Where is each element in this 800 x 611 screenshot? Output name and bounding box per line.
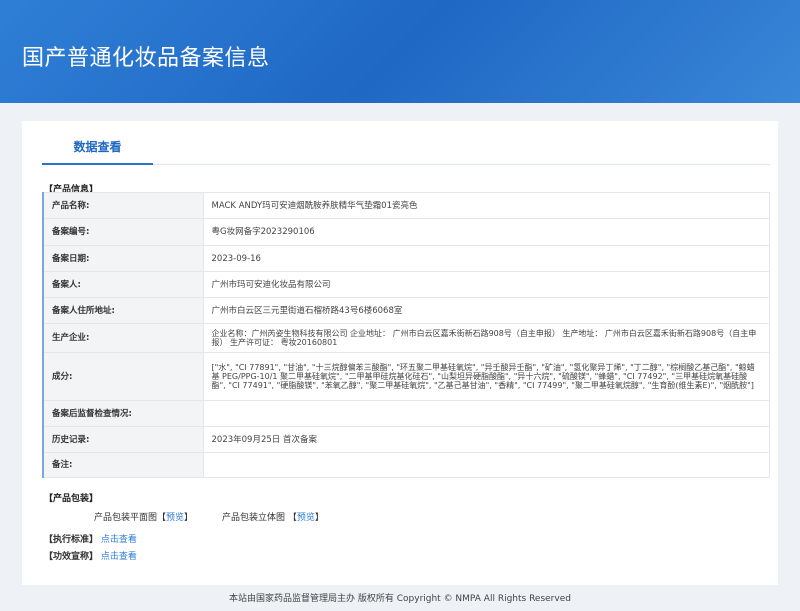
row-value: 2023年09月25日 首次备案	[202, 426, 770, 453]
table-row: 生产企业: 企业名称：广州芮姿生物科技有限公司 企业地址： 广州市白云区嘉禾街新石…	[42, 323, 770, 353]
standard-row: 【执行标准】 点击查看	[44, 532, 137, 545]
row-label: 备案日期:	[42, 245, 204, 272]
row-value: 广州市白云区三元里街道石榴桥路43号6楼6068室	[202, 297, 770, 324]
table-row: 备案后监督检查情况:	[42, 400, 770, 427]
row-label: 产品名称:	[42, 192, 204, 219]
row-label: 成分:	[42, 352, 204, 401]
section-packaging: 【产品包装】	[44, 494, 99, 504]
product-info-table: 产品名称: MACK ANDY玛可安迪烟酰胺养肤精华气垫霜01瓷亮色 备案编号: 粤…	[42, 192, 770, 478]
row-value: 粤G妆网备字2023290106	[202, 218, 770, 246]
standard-view-link[interactable]: 点击查看	[101, 535, 137, 545]
tab-data-view[interactable]: 数据查看	[42, 137, 153, 165]
footer-copyright: 本站由国家药品监督管理局主办 版权所有 Copyright © NMPA All…	[229, 594, 571, 604]
row-value: ["水", "CI 77891", "甘油", "十三烷醇偏苯三酸酯", "环五…	[202, 352, 770, 401]
row-value: 广州市玛可安迪化妆品有限公司	[202, 271, 770, 298]
row-label: 备案编号:	[42, 218, 204, 246]
row-value: 企业名称：广州芮姿生物科技有限公司 企业地址： 广州市白云区嘉禾街新石路908号…	[202, 323, 770, 353]
row-label: 备注:	[42, 452, 204, 478]
table-row: 备案人住所地址: 广州市白云区三元里街道石榴桥路43号6楼6068室	[42, 297, 770, 324]
row-value: MACK ANDY玛可安迪烟酰胺养肤精华气垫霜01瓷亮色	[202, 192, 770, 219]
packaging-flat-label: 产品包装平面图	[94, 513, 158, 523]
row-value: 2023-09-16	[202, 245, 770, 272]
bracket: 】	[314, 513, 324, 523]
bracket: 【	[157, 513, 167, 523]
table-row: 备案日期: 2023-09-16	[42, 245, 770, 272]
tab-bar: 数据查看	[42, 137, 770, 165]
bracket: 【	[287, 513, 297, 523]
row-label: 生产企业:	[42, 323, 204, 353]
row-label: 备案人:	[42, 271, 204, 298]
table-row: 产品名称: MACK ANDY玛可安迪烟酰胺养肤精华气垫霜01瓷亮色	[42, 192, 770, 219]
table-row: 历史记录: 2023年09月25日 首次备案	[42, 426, 770, 453]
table-row: 成分: ["水", "CI 77891", "甘油", "十三烷醇偏苯三酸酯", …	[42, 352, 770, 401]
preview-flat-link[interactable]: 预览	[166, 513, 184, 523]
packaging-stereo-label: 产品包装立体图	[222, 513, 286, 523]
preview-stereo-link[interactable]: 预览	[297, 513, 315, 523]
row-label: 历史记录:	[42, 426, 204, 453]
row-value	[202, 400, 770, 427]
header-banner: 国产普通化妆品备案信息	[0, 0, 800, 103]
efficacy-view-link[interactable]: 点击查看	[101, 552, 137, 562]
packaging-stereo: 产品包装立体图 【预览】	[222, 510, 324, 523]
table-row: 备案编号: 粤G妆网备字2023290106	[42, 218, 770, 246]
efficacy-row: 【功效宣称】 点击查看	[44, 549, 137, 562]
page-title: 国产普通化妆品备案信息	[22, 46, 270, 71]
row-value	[202, 452, 770, 478]
content-card: 数据查看 【产品信息】 产品名称: MACK ANDY玛可安迪烟酰胺养肤精华气垫霜…	[22, 121, 778, 585]
section-efficacy: 【功效宣称】	[44, 552, 99, 562]
row-label: 备案后监督检查情况:	[42, 400, 204, 427]
section-standard: 【执行标准】	[44, 535, 99, 545]
table-row: 备案人: 广州市玛可安迪化妆品有限公司	[42, 271, 770, 298]
packaging-flat: 产品包装平面图【预览】	[94, 510, 193, 523]
row-label: 备案人住所地址:	[42, 297, 204, 324]
bracket: 】	[184, 513, 194, 523]
table-row: 备注:	[42, 452, 770, 478]
